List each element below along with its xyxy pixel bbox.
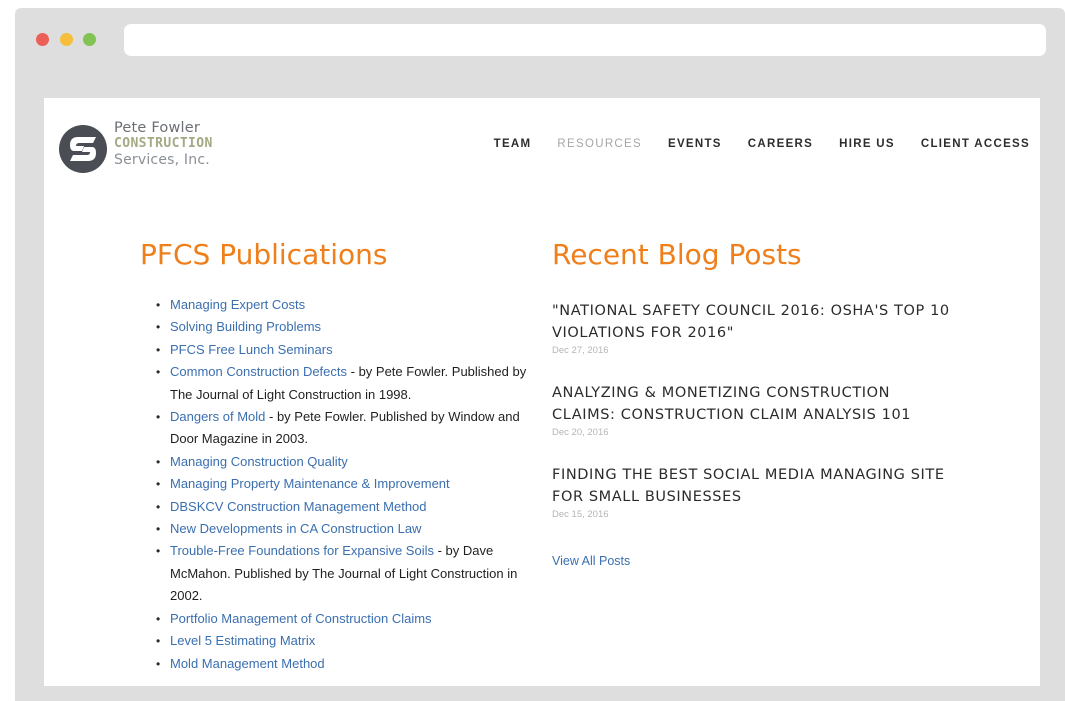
list-item: Portfolio Management of Construction Cla…	[156, 608, 530, 631]
blog-post-title[interactable]: ANALYZING & MONETIZING CONSTRUCTION CLAI…	[552, 382, 952, 426]
maximize-window-icon[interactable]	[83, 33, 96, 46]
blog-post: ANALYZING & MONETIZING CONSTRUCTION CLAI…	[552, 382, 952, 438]
list-item: Managing Construction Quality	[156, 451, 530, 474]
nav-item-events[interactable]: EVENTS	[668, 138, 722, 150]
blog-heading: Recent Blog Posts	[552, 238, 802, 271]
nav-item-client-access[interactable]: CLIENT ACCESS	[921, 138, 1030, 150]
page-viewport: Pete Fowler CONSTRUCTION Services, Inc. …	[44, 98, 1040, 686]
list-item: New Developments in CA Construction Law	[156, 518, 530, 541]
logo-line-2: CONSTRUCTION	[114, 136, 213, 151]
nav-item-team[interactable]: TEAM	[494, 138, 532, 150]
publication-link[interactable]: Level 5 Estimating Matrix	[170, 633, 315, 648]
publication-link[interactable]: Mold Management Method	[170, 656, 325, 671]
publication-link[interactable]: Dangers of Mold	[170, 409, 265, 424]
publication-link[interactable]: Trouble-Free Foundations for Expansive S…	[170, 543, 434, 558]
publications-section: PFCS Publications Managing Expert Costs …	[140, 238, 530, 675]
nav-item-hire-us[interactable]: HIRE US	[839, 138, 895, 150]
list-item: Level 5 Estimating Matrix	[156, 630, 530, 653]
publication-link[interactable]: Managing Construction Quality	[170, 454, 348, 469]
blog-post: "NATIONAL SAFETY COUNCIL 2016: OSHA'S TO…	[552, 300, 952, 356]
list-item: Common Construction Defects - by Pete Fo…	[156, 361, 530, 406]
list-item: Trouble-Free Foundations for Expansive S…	[156, 540, 530, 607]
blog-post-list: "NATIONAL SAFETY COUNCIL 2016: OSHA'S TO…	[552, 300, 952, 520]
view-all-posts-link[interactable]: View All Posts	[552, 554, 952, 568]
logo-line-3: Services, Inc.	[114, 152, 210, 168]
publication-link[interactable]: PFCS Free Lunch Seminars	[170, 342, 333, 357]
blog-post-date: Dec 15, 2016	[552, 509, 609, 520]
list-item: Managing Expert Costs	[156, 294, 530, 317]
blog-post: FINDING THE BEST SOCIAL MEDIA MANAGING S…	[552, 464, 952, 520]
list-item: PFCS Free Lunch Seminars	[156, 339, 530, 362]
publication-link[interactable]: New Developments in CA Construction Law	[170, 521, 421, 536]
blog-post-title[interactable]: FINDING THE BEST SOCIAL MEDIA MANAGING S…	[552, 464, 952, 508]
close-window-icon[interactable]	[36, 33, 49, 46]
minimize-window-icon[interactable]	[60, 33, 73, 46]
blog-section: Recent Blog Posts "NATIONAL SAFETY COUNC…	[552, 238, 952, 568]
list-item: Managing Property Maintenance & Improvem…	[156, 473, 530, 496]
publication-link[interactable]: Managing Property Maintenance & Improvem…	[170, 476, 450, 491]
publication-link[interactable]: Portfolio Management of Construction Cla…	[170, 611, 432, 626]
logo-line-1: Pete Fowler	[114, 120, 201, 136]
publications-heading: PFCS Publications	[140, 238, 388, 271]
nav-item-resources[interactable]: RESOURCES	[557, 138, 642, 150]
company-logo[interactable]: Pete Fowler CONSTRUCTION Services, Inc.	[58, 120, 248, 176]
list-item: Solving Building Problems	[156, 316, 530, 339]
publication-link[interactable]: Managing Expert Costs	[170, 297, 305, 312]
blog-post-date: Dec 20, 2016	[552, 427, 609, 438]
main-nav: TEAM RESOURCES EVENTS CAREERS HIRE US CL…	[468, 138, 1030, 150]
publication-link[interactable]: Common Construction Defects	[170, 364, 347, 379]
publication-link[interactable]: DBSKCV Construction Management Method	[170, 499, 427, 514]
blog-post-title[interactable]: "NATIONAL SAFETY COUNCIL 2016: OSHA'S TO…	[552, 300, 952, 344]
list-item: DBSKCV Construction Management Method	[156, 496, 530, 519]
list-item: Dangers of Mold - by Pete Fowler. Publis…	[156, 406, 530, 451]
publication-link[interactable]: Solving Building Problems	[170, 319, 321, 334]
address-bar[interactable]	[124, 24, 1046, 56]
list-item: Mold Management Method	[156, 653, 530, 676]
blog-post-date: Dec 27, 2016	[552, 345, 609, 356]
publications-list: Managing Expert Costs Solving Building P…	[156, 294, 530, 675]
nav-item-careers[interactable]: CAREERS	[748, 138, 813, 150]
logo-mark-icon	[59, 125, 107, 173]
